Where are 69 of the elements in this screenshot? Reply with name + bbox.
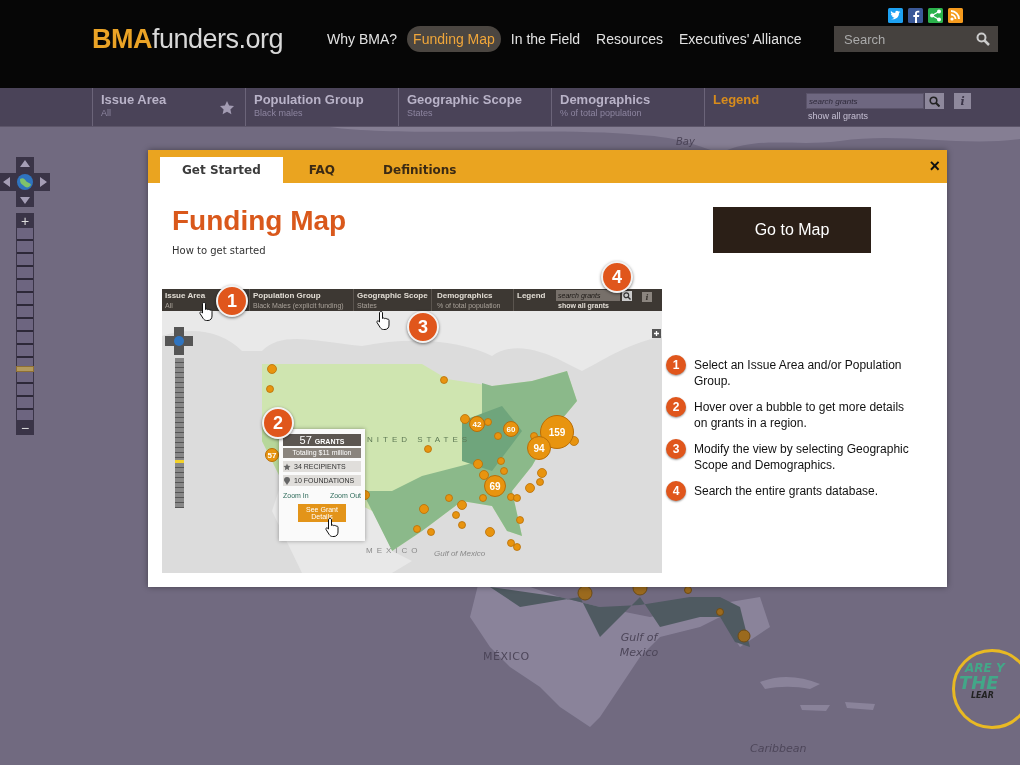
dialog-subtitle: How to get started — [172, 245, 267, 256]
close-button[interactable]: × — [929, 158, 940, 174]
step-number-badge: 4 — [666, 481, 686, 501]
map-label: Bay — [676, 136, 695, 147]
show-all-grants-link[interactable]: show all grants — [808, 111, 944, 121]
zoom-slider-thumb[interactable] — [16, 366, 34, 372]
hand-cursor-icon — [198, 301, 215, 322]
dialog-title: Funding Map — [172, 205, 348, 237]
info-button[interactable]: i — [954, 93, 971, 109]
nav-link[interactable]: Funding Map — [407, 26, 501, 52]
filter-title: Geographic Scope — [357, 290, 428, 301]
hand-cursor-icon — [375, 310, 392, 331]
map-label: Gulf of Mexico — [434, 549, 486, 558]
rss-icon — [948, 8, 963, 23]
filter-menu[interactable]: Population Group Black males — [245, 88, 398, 126]
site-logo[interactable]: BMAfunders.org — [92, 23, 284, 55]
step-text: Modify the view by selecting Geographic Scope and Demographics. — [694, 441, 910, 473]
facebook-icon — [908, 8, 923, 23]
step-number-badge: 4 — [601, 261, 633, 293]
go-to-map-button[interactable]: Go to Map — [713, 207, 871, 253]
filter-title: Population Group — [253, 290, 321, 301]
filter-title: Issue Area — [101, 92, 167, 107]
search-button[interactable] — [925, 93, 944, 109]
map-bubble[interactable] — [577, 585, 593, 601]
pan-control-icon — [165, 327, 193, 355]
step-text: Hover over a bubble to get more details on grants in a region. — [694, 399, 906, 431]
search-field[interactable]: Search — [834, 26, 998, 52]
step-number-badge: 2 — [666, 397, 686, 417]
map-bubble[interactable] — [684, 586, 692, 594]
pan-control-icon — [0, 157, 50, 207]
filter-value: States — [407, 108, 434, 118]
hand-cursor-icon — [324, 517, 341, 538]
filter-value: % of total population — [560, 108, 643, 118]
step-number-badge: 3 — [666, 439, 686, 459]
map-label: MEXICO — [366, 546, 422, 555]
star-icon — [219, 100, 235, 116]
filter-title: Demographics — [560, 92, 651, 107]
tab[interactable]: Get Started — [160, 157, 283, 183]
search-icon — [929, 95, 940, 107]
map-label: Gulf of Mexico — [618, 630, 660, 660]
pin-icon — [283, 476, 291, 485]
filter-title: Geographic Scope — [407, 92, 522, 107]
grant-count-number: 57 — [299, 434, 312, 446]
step-number-badge: 1 — [666, 355, 686, 375]
step-text: Select an Issue Area and/or Population Group. — [694, 357, 903, 389]
search-icon — [976, 32, 990, 46]
filter-title: Population Group — [254, 92, 364, 107]
legend-toggle[interactable]: Legend — [704, 88, 804, 126]
twitter-icon — [888, 8, 903, 23]
filter-title: Demographics — [437, 290, 493, 301]
filter-menu[interactable]: Issue Area All — [92, 88, 245, 126]
campaign-badge[interactable]: ARE Y THE LEAR — [952, 649, 1020, 729]
filter-value: All — [101, 108, 112, 118]
filter-menu[interactable]: Demographics % of total population — [551, 88, 704, 126]
nav-link[interactable]: In the Field — [504, 26, 587, 52]
filter-title: Issue Area — [165, 290, 206, 301]
nav-link[interactable]: Why BMA? — [321, 26, 404, 52]
tab[interactable]: Definitions — [361, 157, 479, 183]
filter-menu[interactable]: Geographic Scope States — [398, 88, 551, 126]
step-text: Search the entire grants database. — [694, 483, 880, 499]
expand-icon — [652, 329, 661, 338]
share-icon — [928, 8, 943, 23]
star-icon — [283, 462, 291, 471]
nav-link[interactable]: Executives' Alliance — [673, 26, 808, 52]
step-number-badge: 1 — [216, 285, 248, 317]
nav-link[interactable]: Resources — [590, 26, 669, 52]
map-label: MÉXICO — [483, 650, 530, 663]
filter-value: Black males — [254, 108, 304, 118]
tab[interactable]: FAQ — [286, 157, 358, 183]
